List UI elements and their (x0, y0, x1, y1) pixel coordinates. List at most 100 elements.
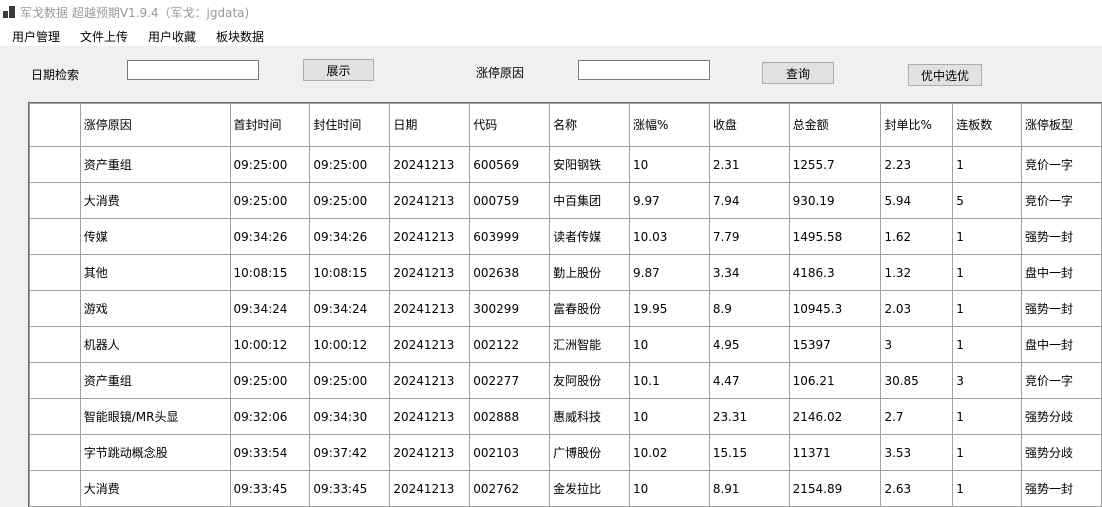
table-cell[interactable]: 09:25:00 (229, 362, 311, 399)
table-cell[interactable]: 2.7 (880, 398, 954, 435)
table-cell[interactable]: 09:34:26 (229, 218, 311, 255)
table-cell[interactable]: 002122 (469, 326, 551, 363)
table-cell[interactable]: 09:34:24 (309, 290, 391, 327)
table-cell[interactable]: 20241213 (389, 254, 471, 291)
table-cell[interactable]: 10 (629, 146, 710, 183)
table-cell[interactable]: 4.47 (708, 362, 790, 399)
table-cell[interactable]: 10 (629, 398, 710, 435)
row-header[interactable] (29, 218, 81, 255)
table-cell[interactable]: 1255.7 (788, 146, 882, 183)
table-cell[interactable]: 富春股份 (549, 290, 630, 327)
table-cell[interactable]: 3 (952, 362, 1023, 399)
table-cell[interactable]: 1 (952, 146, 1023, 183)
table-cell[interactable]: 1 (952, 326, 1023, 363)
table-cell[interactable]: 7.94 (708, 182, 790, 219)
table-cell[interactable]: 1 (952, 434, 1023, 471)
table-cell[interactable]: 1495.58 (788, 218, 882, 255)
table-cell[interactable]: 20241213 (389, 326, 471, 363)
table-cell[interactable]: 2.03 (880, 290, 954, 327)
table-cell[interactable]: 4186.3 (788, 254, 882, 291)
column-header[interactable]: 名称 (549, 103, 630, 147)
table-cell[interactable]: 09:25:00 (309, 182, 391, 219)
table-cell[interactable]: 1 (952, 398, 1023, 435)
table-cell[interactable]: 10:08:15 (229, 254, 311, 291)
table-cell[interactable]: 5.94 (880, 182, 954, 219)
table-cell[interactable]: 资产重组 (79, 362, 231, 399)
table-cell[interactable]: 600569 (469, 146, 551, 183)
table-cell[interactable]: 3 (880, 326, 954, 363)
table-cell[interactable]: 10.1 (629, 362, 710, 399)
table-cell[interactable]: 8.91 (708, 470, 790, 507)
table-cell[interactable]: 30.85 (880, 362, 954, 399)
row-header[interactable] (29, 434, 81, 471)
table-row[interactable]: 机器人 10:00:12 10:00:12 20241213 002122 汇洲智能 10 4… (29, 326, 1102, 363)
table-cell[interactable]: 1 (952, 254, 1023, 291)
table-cell[interactable]: 2154.89 (788, 470, 882, 507)
table-cell[interactable]: 大消费 (79, 470, 231, 507)
menu-user-management[interactable]: 用户管理 (12, 28, 60, 45)
table-cell[interactable]: 20241213 (389, 362, 471, 399)
table-cell[interactable]: 2.23 (880, 146, 954, 183)
table-cell[interactable]: 汇洲智能 (549, 326, 630, 363)
table-cell[interactable]: 20241213 (389, 146, 471, 183)
row-header[interactable] (29, 362, 81, 399)
table-cell[interactable]: 20241213 (389, 182, 471, 219)
table-cell[interactable]: 09:33:45 (309, 470, 391, 507)
table-cell[interactable]: 强势分歧 (1021, 434, 1102, 471)
column-header[interactable]: 封单比% (880, 103, 954, 147)
table-cell[interactable]: 勤上股份 (549, 254, 630, 291)
table-cell[interactable]: 3.34 (708, 254, 790, 291)
table-cell[interactable]: 11371 (788, 434, 882, 471)
date-search-input[interactable] (127, 60, 259, 80)
table-cell[interactable]: 10 (629, 470, 710, 507)
table-cell[interactable]: 002638 (469, 254, 551, 291)
column-header[interactable]: 日期 (389, 103, 471, 147)
table-cell[interactable]: 002103 (469, 434, 551, 471)
row-header[interactable] (29, 254, 81, 291)
table-cell[interactable]: 强势一封 (1021, 290, 1102, 327)
table-cell[interactable]: 9.97 (629, 182, 710, 219)
table-cell[interactable]: 20241213 (389, 218, 471, 255)
table-cell[interactable]: 10.02 (629, 434, 710, 471)
column-header[interactable]: 涨幅% (629, 103, 710, 147)
table-cell[interactable]: 强势一封 (1021, 218, 1102, 255)
table-cell[interactable]: 09:34:26 (309, 218, 391, 255)
table-cell[interactable]: 930.19 (788, 182, 882, 219)
row-header[interactable] (29, 398, 81, 435)
table-cell[interactable]: 8.9 (708, 290, 790, 327)
table-cell[interactable]: 20241213 (389, 290, 471, 327)
query-button[interactable]: 查询 (762, 62, 834, 84)
table-row[interactable]: 其他 10:08:15 10:08:15 20241213 002638 勤上股份 9.87… (29, 254, 1102, 291)
table-cell[interactable]: 1 (952, 470, 1023, 507)
table-cell[interactable]: 09:34:24 (229, 290, 311, 327)
table-cell[interactable]: 中百集团 (549, 182, 630, 219)
table-cell[interactable]: 20241213 (389, 434, 471, 471)
column-header[interactable]: 封住时间 (309, 103, 391, 147)
table-cell[interactable]: 1.62 (880, 218, 954, 255)
table-cell[interactable]: 10:08:15 (309, 254, 391, 291)
table-cell[interactable]: 002888 (469, 398, 551, 435)
row-header[interactable] (29, 290, 81, 327)
show-button[interactable]: 展示 (303, 59, 374, 81)
row-header[interactable] (29, 146, 81, 183)
table-cell[interactable]: 广博股份 (549, 434, 630, 471)
table-cell[interactable]: 资产重组 (79, 146, 231, 183)
table-row[interactable]: 游戏 09:34:24 09:34:24 20241213 300299 富春股份 19.9… (29, 290, 1102, 327)
table-cell[interactable]: 安阳钢铁 (549, 146, 630, 183)
table-cell[interactable]: 1.32 (880, 254, 954, 291)
column-header[interactable]: 涨停板型 (1021, 103, 1102, 147)
table-cell[interactable]: 09:25:00 (309, 146, 391, 183)
table-row[interactable]: 资产重组 09:25:00 09:25:00 20241213 600569 安阳钢铁 10… (29, 146, 1102, 183)
table-cell[interactable]: 2.63 (880, 470, 954, 507)
table-cell[interactable]: 09:33:54 (229, 434, 311, 471)
table-cell[interactable]: 23.31 (708, 398, 790, 435)
table-cell[interactable]: 000759 (469, 182, 551, 219)
row-header[interactable] (29, 470, 81, 507)
table-cell[interactable]: 10:00:12 (309, 326, 391, 363)
table-cell[interactable]: 强势分歧 (1021, 398, 1102, 435)
table-cell[interactable]: 智能眼镜/MR头显 (79, 398, 231, 435)
table-row[interactable]: 大消费 09:33:45 09:33:45 20241213 002762 金发拉比 10 8… (29, 470, 1102, 507)
table-cell[interactable]: 20241213 (389, 398, 471, 435)
table-cell[interactable]: 10:00:12 (229, 326, 311, 363)
table-row[interactable]: 资产重组 09:25:00 09:25:00 20241213 002277 友阿股份 10… (29, 362, 1102, 399)
